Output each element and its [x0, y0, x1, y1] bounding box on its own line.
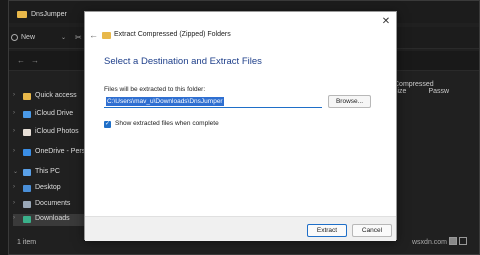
extract-dialog: ✕ ← Extract Compressed (Zipped) Folders … — [84, 11, 397, 241]
new-icon — [11, 34, 18, 41]
destination-path-value: C:\Users\mav_u\Downloads\DnsJumper — [106, 97, 224, 106]
photos-icon — [23, 129, 31, 136]
sidebar-item-this-pc[interactable]: ⌄ This PC — [13, 167, 89, 179]
sidebar-item-label: Downloads — [35, 215, 70, 222]
sidebar-item-label: This PC — [35, 168, 60, 175]
browse-button[interactable]: Browse... — [328, 95, 371, 108]
destination-path-input[interactable]: C:\Users\mav_u\Downloads\DnsJumper — [104, 96, 322, 108]
chevron-right-icon: › — [13, 110, 15, 116]
show-files-checkbox[interactable]: ✓ — [104, 121, 111, 128]
new-button[interactable]: New — [21, 34, 35, 41]
onedrive-icon — [23, 149, 31, 156]
chevron-right-icon: › — [13, 215, 15, 221]
destination-label: Files will be extracted to this folder: — [104, 86, 206, 93]
sidebar-item-onedrive[interactable]: › OneDrive - Personal — [13, 147, 98, 159]
explorer-title: DnsJumper — [31, 11, 67, 18]
chevron-right-icon: › — [13, 200, 15, 206]
watermark: wsxdn.com — [412, 239, 448, 246]
documents-icon — [23, 201, 31, 208]
dialog-heading: Select a Destination and Extract Files — [104, 56, 262, 67]
sidebar-item-label: iCloud Drive — [35, 110, 74, 117]
chevron-right-icon: › — [13, 184, 15, 190]
cut-icon[interactable]: ✂ — [75, 33, 82, 42]
chevron-down-icon[interactable]: ⌄ — [61, 34, 66, 41]
sidebar-item-desktop[interactable]: › Desktop — [13, 183, 89, 195]
details-view-icon[interactable] — [449, 237, 457, 245]
sidebar-item-label: Documents — [35, 200, 71, 207]
sidebar-item-icloud-photos[interactable]: › iCloud Photos — [13, 127, 89, 139]
sidebar: › Quick access › iCloud Drive › iCloud P… — [9, 51, 98, 241]
cloud-icon — [23, 111, 31, 118]
downloads-icon — [23, 216, 31, 223]
sidebar-item-documents[interactable]: › Documents — [13, 199, 89, 211]
sidebar-item-label: Quick access — [35, 92, 77, 99]
chevron-right-icon: › — [13, 148, 15, 154]
cancel-button[interactable]: Cancel — [352, 224, 392, 237]
show-files-checkbox-label[interactable]: Show extracted files when complete — [115, 120, 219, 127]
chevron-right-icon: › — [13, 92, 15, 98]
folder-icon — [17, 11, 27, 18]
tiles-view-icon[interactable] — [459, 237, 467, 245]
sidebar-item-label: Desktop — [35, 184, 61, 191]
zip-folder-icon — [102, 32, 111, 39]
sidebar-item-quick-access[interactable]: › Quick access — [13, 91, 89, 103]
sidebar-item-label: iCloud Photos — [35, 128, 79, 135]
back-arrow-icon[interactable]: ← — [89, 30, 98, 40]
sidebar-item-icloud-drive[interactable]: › iCloud Drive — [13, 109, 89, 121]
column-header-password[interactable]: Passw — [428, 88, 449, 95]
column-headers: Compressed size Passw — [394, 81, 479, 95]
dialog-title: Extract Compressed (Zipped) Folders — [114, 31, 231, 38]
view-toggle — [449, 237, 469, 247]
pc-icon — [23, 169, 31, 176]
chevron-down-icon: ⌄ — [13, 169, 19, 175]
extract-button[interactable]: Extract — [307, 224, 347, 237]
desktop-icon — [23, 185, 31, 192]
sidebar-item-downloads[interactable]: › Downloads — [13, 214, 89, 226]
chevron-right-icon: › — [13, 128, 15, 134]
close-icon[interactable]: ✕ — [379, 15, 393, 29]
status-bar-count: 1 item — [17, 239, 37, 246]
star-icon — [23, 93, 31, 100]
dialog-footer: Extract Cancel — [85, 216, 396, 241]
